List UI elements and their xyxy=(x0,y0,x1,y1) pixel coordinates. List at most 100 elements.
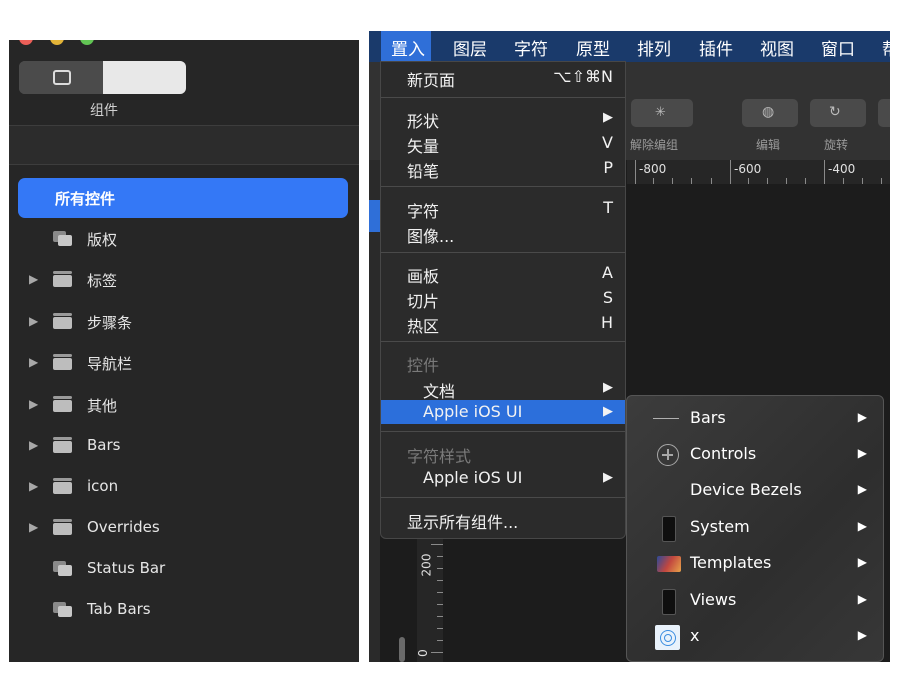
disclosure-triangle-icon[interactable]: ▶ xyxy=(29,355,38,369)
menu-place[interactable]: 置入 xyxy=(391,35,425,60)
submenu-item-label: Device Bezels xyxy=(690,480,802,499)
disclosure-triangle-icon[interactable]: ▶ xyxy=(29,479,38,493)
menu-item-show-all-components[interactable]: 显示所有组件... xyxy=(381,507,625,532)
ruler-tick xyxy=(881,178,882,184)
library-item[interactable]: ▶ 导航栏 xyxy=(9,344,359,384)
disclosure-triangle-icon[interactable]: ▶ xyxy=(29,397,38,411)
menu-item-image[interactable]: 图像... xyxy=(381,221,625,246)
submenu-item-system[interactable]: System ▶ xyxy=(627,513,883,543)
vertical-ruler: 200 0 xyxy=(415,536,443,662)
search-area xyxy=(9,126,359,164)
menu-item-text[interactable]: 字符 T xyxy=(381,196,625,221)
menu-item-pencil[interactable]: 铅笔 P xyxy=(381,156,625,181)
close-window-button[interactable] xyxy=(19,40,33,45)
submenu-item-device-bezels[interactable]: Device Bezels ▶ xyxy=(627,476,883,506)
shortcut-label: S xyxy=(602,288,613,307)
submenu-item-x[interactable]: x ▶ xyxy=(627,622,883,652)
menu-layer[interactable]: 图层 xyxy=(453,35,487,60)
menu-item-slice[interactable]: 切片 S xyxy=(381,286,625,311)
rotate-button[interactable]: ↻ xyxy=(810,99,866,127)
library-item[interactable]: ▶ icon xyxy=(9,468,359,508)
library-item[interactable]: ▶ Overrides xyxy=(9,509,359,549)
disclosure-triangle-icon[interactable]: ▶ xyxy=(29,272,38,286)
ruler-tick xyxy=(711,178,712,184)
minimize-window-button[interactable] xyxy=(50,40,64,45)
menu-separator xyxy=(381,431,625,432)
library-item[interactable]: ▶ 步骤条 xyxy=(9,303,359,343)
disclosure-triangle-icon[interactable]: ▶ xyxy=(29,438,38,452)
submenu-item-label: Controls xyxy=(690,444,757,463)
menu-item-hotspot[interactable]: 热区 H xyxy=(381,311,625,336)
menu-view[interactable]: 视图 xyxy=(760,35,794,60)
menu-item-label: 字符 xyxy=(407,202,440,221)
library-item-label: 标签 xyxy=(87,272,118,290)
view-mode-segmented-control[interactable] xyxy=(19,61,186,94)
menu-separator xyxy=(381,97,625,98)
menu-item-label: 画板 xyxy=(407,267,440,286)
ruler-tick xyxy=(748,178,749,184)
menu-item-apple-ios-ui[interactable]: Apple iOS UI ▶ xyxy=(381,400,625,424)
ruler-tick xyxy=(437,604,443,605)
submenu-item-views[interactable]: Views ▶ xyxy=(627,586,883,616)
template-thumbnail-icon xyxy=(657,552,681,576)
disclosure-triangle-icon[interactable]: ▶ xyxy=(29,520,38,534)
menu-item-shape[interactable]: 形状 ▶ xyxy=(381,106,625,131)
ruler-tick xyxy=(431,544,443,545)
place-menu: 新页面 ⌥⇧⌘N 形状 ▶ 矢量 V 铅笔 P 字符 T 图像... 画板 A … xyxy=(380,61,626,539)
segment-components[interactable] xyxy=(103,61,186,94)
submenu-item-bars[interactable]: Bars ▶ xyxy=(627,404,883,434)
divider xyxy=(9,164,359,165)
submenu-item-label: x xyxy=(690,626,700,645)
shortcut-label: ⌥⇧⌘N xyxy=(553,67,613,86)
menu-window[interactable]: 窗口 xyxy=(821,35,855,60)
library-item-label: 其他 xyxy=(87,397,118,415)
library-item[interactable]: ▶ 标签 xyxy=(9,261,359,301)
library-item[interactable]: ▶ Bars xyxy=(9,427,359,467)
disclosure-triangle-icon[interactable]: ▶ xyxy=(29,314,38,328)
menu-item-label: 显示所有组件... xyxy=(407,513,519,532)
ruler-tick xyxy=(767,178,768,184)
menu-item-new-page[interactable]: 新页面 ⌥⇧⌘N xyxy=(381,65,625,90)
layer-selection[interactable] xyxy=(369,200,380,232)
library-item-label: Tab Bars xyxy=(87,600,151,618)
library-item[interactable]: ▶ 其他 xyxy=(9,386,359,426)
ruler-tick xyxy=(672,178,673,184)
menu-item-vector[interactable]: 矢量 V xyxy=(381,131,625,156)
ruler-tick xyxy=(437,628,443,629)
library-item[interactable]: Status Bar xyxy=(9,550,359,590)
library-item-all-controls[interactable]: 所有控件 xyxy=(18,178,348,218)
library-item[interactable]: 版权 xyxy=(9,220,359,260)
edit-button[interactable]: ◍ xyxy=(742,99,798,127)
folder-stack-icon xyxy=(53,437,73,453)
menu-text[interactable]: 字符 xyxy=(514,35,548,60)
menu-item-document[interactable]: 文档 ▶ xyxy=(381,376,625,401)
library-item-label: 导航栏 xyxy=(87,355,133,373)
library-item-label: icon xyxy=(87,477,119,495)
zoom-window-button[interactable] xyxy=(80,40,94,45)
menu-header-label: 字符样式 xyxy=(407,447,472,466)
library-item[interactable]: Tab Bars xyxy=(9,591,359,631)
menu-item-label: 铅笔 xyxy=(407,162,440,181)
submenu-item-label: System xyxy=(690,517,750,536)
menu-item-label: Apple iOS UI xyxy=(423,402,523,421)
toolbar-button-partial[interactable] xyxy=(878,99,890,127)
menu-item-text-styles-apple-ios-ui[interactable]: Apple iOS UI ▶ xyxy=(381,466,625,490)
menu-prototype[interactable]: 原型 xyxy=(576,35,610,60)
submenu-item-templates[interactable]: Templates ▶ xyxy=(627,549,883,579)
scrollbar[interactable] xyxy=(399,637,405,662)
edit-icon: ◍ xyxy=(762,104,775,120)
ungroup-label: 解除编组 xyxy=(630,138,679,152)
ungroup-button[interactable]: ✳ xyxy=(631,99,693,127)
menu-help[interactable]: 帮 xyxy=(882,35,890,60)
segment-single-view[interactable] xyxy=(19,61,103,94)
submenu-item-controls[interactable]: Controls ▶ xyxy=(627,440,883,470)
folder-stack-icon xyxy=(53,313,73,329)
menu-plugins[interactable]: 插件 xyxy=(699,35,733,60)
ruler-mark: 0 xyxy=(415,649,430,657)
rotate-label: 旋转 xyxy=(824,138,849,152)
shortcut-label: V xyxy=(602,133,613,152)
folder-stack-icon xyxy=(53,478,73,494)
menu-arrange[interactable]: 排列 xyxy=(637,35,671,60)
submenu-item-label: Views xyxy=(690,590,737,609)
menu-item-artboard[interactable]: 画板 A xyxy=(381,261,625,286)
